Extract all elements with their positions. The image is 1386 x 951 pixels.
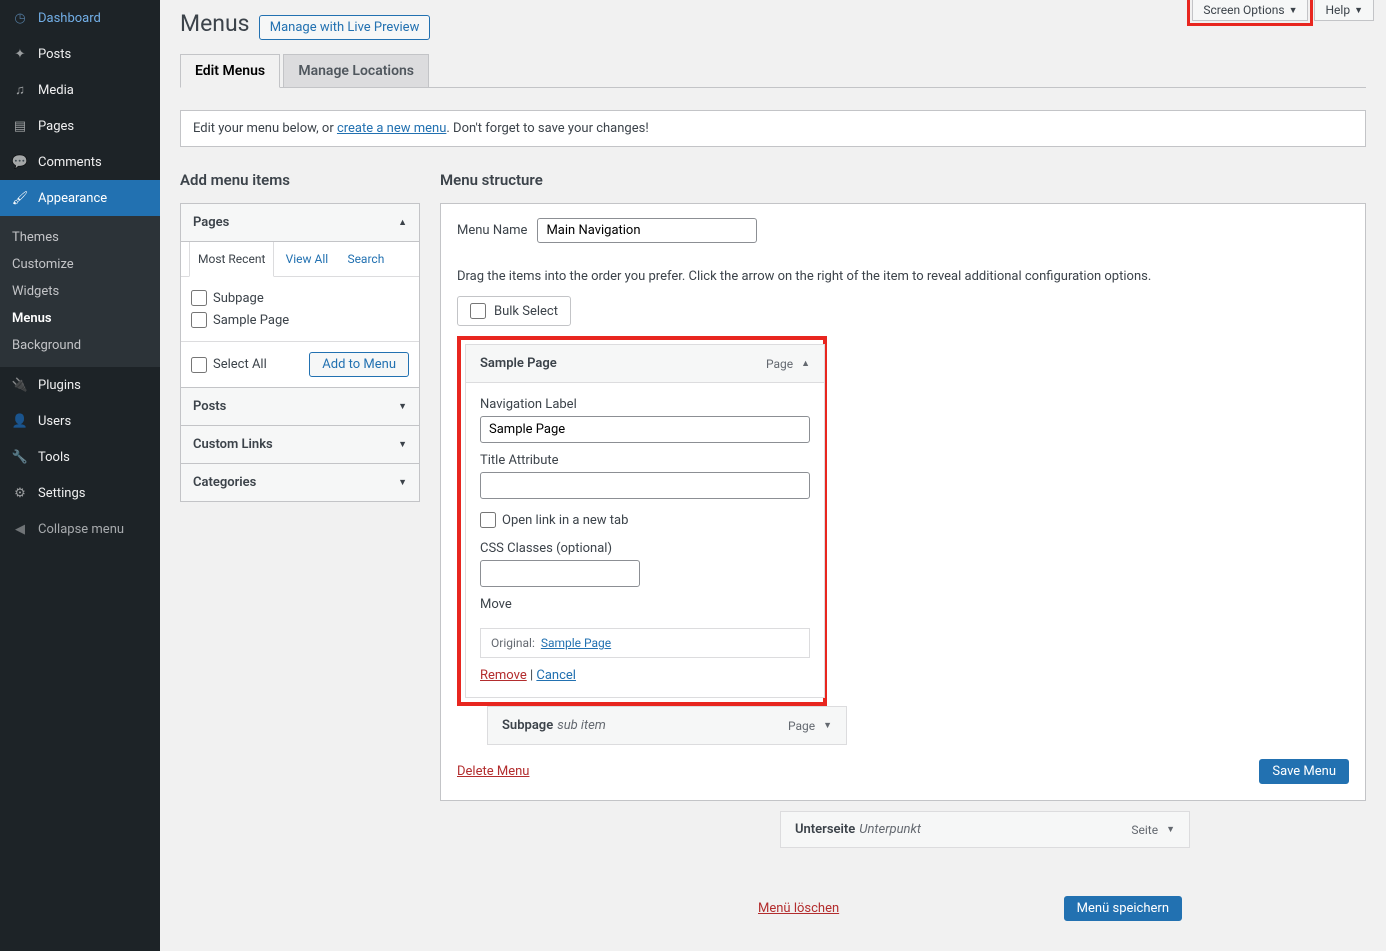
original-link[interactable]: Sample Page xyxy=(541,636,611,650)
menu-frame: Menu Name Drag the items into the order … xyxy=(440,203,1366,801)
add-to-menu-button[interactable]: Add to Menu xyxy=(309,352,409,377)
chevron-down-icon: ▼ xyxy=(1289,5,1298,16)
cancel-link[interactable]: Cancel xyxy=(536,668,576,683)
live-preview-button[interactable]: Manage with Live Preview xyxy=(259,15,431,40)
title-attr-input[interactable] xyxy=(480,472,810,499)
save-menu-button[interactable]: Save Menu xyxy=(1259,759,1349,784)
sidebar-item-dashboard[interactable]: ◷Dashboard xyxy=(0,0,160,36)
select-all-checkbox[interactable] xyxy=(191,357,207,373)
info-notice: Edit your menu below, or create a new me… xyxy=(180,110,1366,147)
page-checkbox-subpage[interactable] xyxy=(191,290,207,306)
move-label: Move xyxy=(480,597,810,612)
collapse-icon: ◀ xyxy=(10,519,30,539)
nav-label-input[interactable] xyxy=(480,416,810,443)
wrench-icon: 🔧 xyxy=(10,447,30,467)
chevron-down-icon: ▼ xyxy=(398,401,407,412)
dashboard-icon: ◷ xyxy=(10,8,30,28)
comment-icon: 💬 xyxy=(10,152,30,172)
sidebar-item-comments[interactable]: 💬Comments xyxy=(0,144,160,180)
menu-item-subpage: Subpagesub item Page▼ xyxy=(487,706,847,745)
media-icon: ♫ xyxy=(10,80,30,100)
menu-sub-item-bar[interactable]: Subpagesub item Page▼ xyxy=(488,707,846,744)
accordion-pages-toggle[interactable]: Pages▲ xyxy=(181,204,419,241)
page-title: Menus xyxy=(180,10,250,37)
collapse-menu[interactable]: ◀Collapse menu xyxy=(0,511,160,547)
accordion-custom-links[interactable]: Custom Links▼ xyxy=(180,425,420,464)
sidebar-item-appearance[interactable]: 🖌Appearance xyxy=(0,180,160,216)
page-icon: ▤ xyxy=(10,116,30,136)
submenu-themes[interactable]: Themes xyxy=(0,224,160,251)
sidebar-item-pages[interactable]: ▤Pages xyxy=(0,108,160,144)
submenu-widgets[interactable]: Widgets xyxy=(0,278,160,305)
plug-icon: 🔌 xyxy=(10,375,30,395)
admin-sidebar: ◷Dashboard ✦Posts ♫Media ▤Pages 💬Comment… xyxy=(0,0,160,951)
sidebar-submenu-appearance: Themes Customize Widgets Menus Backgroun… xyxy=(0,216,160,367)
nav-label: Navigation Label xyxy=(480,397,810,412)
create-menu-link[interactable]: create a new menu xyxy=(337,121,446,136)
chevron-down-icon: ▼ xyxy=(398,439,407,450)
secondary-fragment: UnterseiteUnterpunkt Seite▼ Menü löschen… xyxy=(750,811,1190,921)
delete-menu-link-de[interactable]: Menü löschen xyxy=(758,901,839,916)
tab-manage-locations[interactable]: Manage Locations xyxy=(283,54,429,87)
bulk-select-checkbox[interactable] xyxy=(470,303,486,319)
brush-icon: 🖌 xyxy=(10,188,30,208)
submenu-customize[interactable]: Customize xyxy=(0,251,160,278)
new-tab-checkbox[interactable] xyxy=(480,512,496,528)
css-classes-input[interactable] xyxy=(480,560,640,587)
accordion-pages: Pages▲ Most Recent View All Search Subpa… xyxy=(180,203,420,388)
menu-name-label: Menu Name xyxy=(457,223,527,238)
submenu-background[interactable]: Background xyxy=(0,332,160,359)
minitab-search[interactable]: Search xyxy=(339,242,392,276)
sidebar-item-tools[interactable]: 🔧Tools xyxy=(0,439,160,475)
sidebar-item-plugins[interactable]: 🔌Plugins xyxy=(0,367,160,403)
submenu-menus[interactable]: Menus xyxy=(0,305,160,332)
sidebar-item-users[interactable]: 👤Users xyxy=(0,403,160,439)
pin-icon: ✦ xyxy=(10,44,30,64)
menu-item-bar[interactable]: Sample Page Page▲ xyxy=(466,345,824,382)
menu-name-input[interactable] xyxy=(537,218,757,243)
chevron-up-icon: ▲ xyxy=(801,358,810,369)
chevron-down-icon: ▼ xyxy=(823,720,832,731)
chevron-down-icon: ▼ xyxy=(1166,824,1175,835)
top-tabs: Screen Options ▼ Help ▼ xyxy=(1192,0,1374,21)
chevron-down-icon: ▼ xyxy=(398,477,407,488)
delete-menu-link[interactable]: Delete Menu xyxy=(457,764,529,779)
highlighted-item: Sample Page Page▲ Navigation Label Title… xyxy=(457,336,827,706)
main-content: Screen Options ▼ Help ▼ Menus Manage wit… xyxy=(160,0,1386,951)
user-icon: 👤 xyxy=(10,411,30,431)
css-classes-label: CSS Classes (optional) xyxy=(480,541,810,556)
nav-tabs: Edit Menus Manage Locations xyxy=(180,54,1366,88)
minitab-view-all[interactable]: View All xyxy=(278,242,337,276)
menu-structure-heading: Menu structure xyxy=(440,171,1366,189)
remove-link[interactable]: Remove xyxy=(480,668,527,683)
accordion-categories[interactable]: Categories▼ xyxy=(180,463,420,502)
menu-item-bar-de[interactable]: UnterseiteUnterpunkt Seite▼ xyxy=(781,812,1189,847)
screen-options-tab[interactable]: Screen Options ▼ xyxy=(1192,0,1308,21)
original-box: Original: Sample Page xyxy=(480,628,810,658)
add-items-heading: Add menu items xyxy=(180,171,420,189)
chevron-up-icon: ▲ xyxy=(398,217,407,228)
sliders-icon: ⚙ xyxy=(10,483,30,503)
sidebar-item-posts[interactable]: ✦Posts xyxy=(0,36,160,72)
page-checkbox-sample[interactable] xyxy=(191,312,207,328)
bulk-select[interactable]: Bulk Select xyxy=(457,296,571,326)
sidebar-item-media[interactable]: ♫Media xyxy=(0,72,160,108)
title-attr-label: Title Attribute xyxy=(480,453,810,468)
drag-hint: Drag the items into the order you prefer… xyxy=(457,269,1349,284)
help-tab[interactable]: Help ▼ xyxy=(1314,0,1374,21)
menu-item-sample-page: Sample Page Page▲ Navigation Label Title… xyxy=(465,344,825,698)
tab-edit-menus[interactable]: Edit Menus xyxy=(180,54,280,88)
accordion-posts[interactable]: Posts▼ xyxy=(180,387,420,426)
minitab-recent[interactable]: Most Recent xyxy=(189,242,274,277)
chevron-down-icon: ▼ xyxy=(1354,5,1363,16)
save-menu-button-de[interactable]: Menü speichern xyxy=(1064,896,1182,921)
sidebar-item-settings[interactable]: ⚙Settings xyxy=(0,475,160,511)
